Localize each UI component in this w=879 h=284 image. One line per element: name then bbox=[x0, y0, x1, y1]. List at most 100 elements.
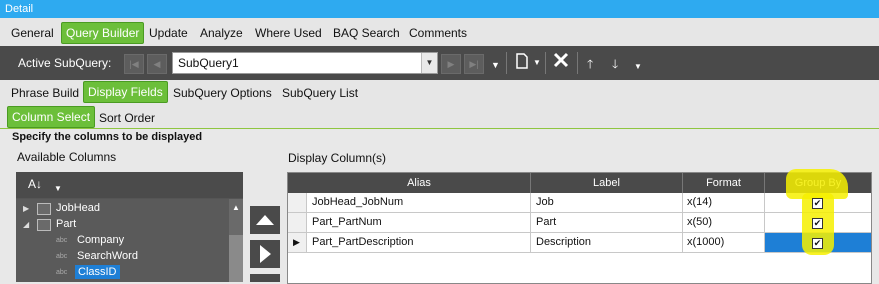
group-by-checkbox[interactable]: ✔ bbox=[812, 218, 823, 229]
tree-node-searchword[interactable]: abc SearchWord bbox=[16, 249, 228, 265]
cell-alias[interactable]: Part_PartDescription bbox=[312, 236, 414, 248]
tree-node-label: ClassID bbox=[75, 265, 120, 279]
column-divider bbox=[682, 233, 683, 252]
active-subquery-label: Active SubQuery: bbox=[18, 56, 112, 70]
tree-node-label: JobHead bbox=[56, 202, 101, 214]
column-divider bbox=[530, 193, 531, 212]
move-column-up-button[interactable] bbox=[250, 206, 280, 234]
main-tab-bar: General Query Builder Update Analyze Whe… bbox=[0, 18, 879, 47]
column-divider bbox=[764, 193, 765, 212]
tab-subquery-options[interactable]: SubQuery Options bbox=[173, 86, 272, 100]
tab-subquery-list[interactable]: SubQuery List bbox=[282, 86, 358, 100]
group-by-checkbox[interactable]: ✔ bbox=[812, 238, 823, 249]
tab-column-select[interactable]: Column Select bbox=[7, 106, 96, 128]
delete-icon[interactable] bbox=[553, 52, 569, 72]
tree-scrollbar[interactable]: ▲ bbox=[229, 199, 243, 282]
field-abc-icon: abc bbox=[56, 237, 68, 244]
field-abc-icon: abc bbox=[56, 253, 68, 260]
column-divider bbox=[682, 193, 683, 212]
tab-analyze[interactable]: Analyze bbox=[200, 26, 243, 40]
tree-node-label: Part bbox=[56, 218, 77, 230]
new-icon[interactable] bbox=[515, 53, 529, 73]
subquery-select[interactable]: SubQuery1 ▼ bbox=[172, 52, 438, 74]
available-columns-toolbar: A↓ ▼ bbox=[16, 172, 243, 198]
available-columns-label: Available Columns bbox=[17, 150, 117, 164]
cell-format[interactable]: x(50) bbox=[687, 216, 712, 228]
subquery-tab-bar: Phrase Build Display Fields SubQuery Opt… bbox=[0, 80, 879, 105]
sort-az-icon[interactable]: A↓ bbox=[28, 177, 42, 191]
move-down-icon[interactable]: 🡓 bbox=[612, 55, 618, 76]
toolbar-separator bbox=[577, 52, 578, 74]
tab-display-fields[interactable]: Display Fields bbox=[83, 81, 168, 103]
chevron-down-icon[interactable]: ▼ bbox=[421, 53, 437, 73]
tab-sort-order[interactable]: Sort Order bbox=[99, 111, 155, 125]
tab-general[interactable]: General bbox=[11, 26, 54, 40]
scroll-thumb[interactable] bbox=[229, 235, 243, 282]
group-by-checkbox[interactable]: ✔ bbox=[812, 198, 823, 209]
tab-comments[interactable]: Comments bbox=[409, 26, 467, 40]
column-divider bbox=[682, 213, 683, 232]
row-selector[interactable] bbox=[288, 193, 307, 212]
tab-where-used[interactable]: Where Used bbox=[255, 26, 322, 40]
cell-label[interactable]: Part bbox=[536, 216, 556, 228]
row-selector[interactable]: ▶ bbox=[288, 233, 307, 252]
current-row-icon: ▶ bbox=[293, 237, 300, 247]
move-up-icon[interactable]: 🡑 bbox=[587, 55, 593, 76]
row-selector[interactable] bbox=[288, 213, 307, 232]
grid-row[interactable]: Part_PartNum Part x(50) bbox=[288, 213, 871, 233]
table-icon bbox=[37, 219, 51, 231]
tree-node-jobhead[interactable]: ▶ JobHead bbox=[16, 201, 228, 217]
toolbar-separator bbox=[545, 52, 546, 74]
column-header-alias[interactable]: Alias bbox=[308, 177, 530, 189]
available-columns-tree[interactable]: ▶ JobHead ◢ Part abc Company abc SearchW… bbox=[16, 199, 243, 282]
tab-phrase-build[interactable]: Phrase Build bbox=[11, 86, 79, 100]
cell-alias[interactable]: JobHead_JobNum bbox=[312, 196, 403, 208]
grid-row-current[interactable]: ▶ Part_PartDescription Description x(100… bbox=[288, 233, 871, 253]
new-dropdown-chevron-icon[interactable]: ▼ bbox=[533, 58, 541, 67]
collapse-icon[interactable]: ◢ bbox=[23, 220, 29, 229]
expand-icon[interactable]: ▶ bbox=[23, 204, 29, 213]
window-title: Detail bbox=[5, 3, 34, 15]
add-column-button[interactable] bbox=[250, 240, 280, 268]
last-icon[interactable]: ▶| bbox=[464, 54, 484, 74]
field-abc-icon: abc bbox=[56, 269, 68, 276]
chevron-down-icon[interactable]: ▼ bbox=[54, 184, 62, 193]
cell-label[interactable]: Description bbox=[536, 236, 591, 248]
cell-alias[interactable]: Part_PartNum bbox=[312, 216, 382, 228]
instruction-text: Specify the columns to be displayed bbox=[12, 131, 203, 143]
display-fields-tab-bar: Column Select Sort Order bbox=[0, 104, 879, 129]
cell-format[interactable]: x(1000) bbox=[687, 236, 724, 248]
column-header-format[interactable]: Format bbox=[683, 177, 764, 189]
grid-header: Alias Label Format Group By bbox=[288, 173, 871, 193]
tree-node-company[interactable]: abc Company bbox=[16, 233, 228, 249]
column-divider bbox=[530, 233, 531, 252]
cell-label[interactable]: Job bbox=[536, 196, 554, 208]
tab-baq-search[interactable]: BAQ Search bbox=[333, 26, 400, 40]
next-icon[interactable]: ▶ bbox=[441, 54, 461, 74]
overflow-chevron-icon[interactable]: ▼ bbox=[491, 60, 500, 70]
tree-node-label: SearchWord bbox=[77, 250, 138, 262]
prev-icon[interactable]: ◀ bbox=[147, 54, 167, 74]
column-divider bbox=[530, 213, 531, 232]
tree-node-part[interactable]: ◢ Part bbox=[16, 217, 228, 233]
display-columns-grid: Alias Label Format Group By JobHead_JobN… bbox=[287, 169, 872, 284]
window-title-bar: Detail bbox=[0, 0, 879, 18]
tab-update[interactable]: Update bbox=[149, 26, 188, 40]
column-header-label[interactable]: Label bbox=[531, 177, 682, 189]
tree-node-label: Company bbox=[77, 234, 125, 246]
column-divider bbox=[764, 213, 765, 232]
tab-query-builder[interactable]: Query Builder bbox=[61, 22, 145, 44]
remove-column-button[interactable] bbox=[250, 274, 280, 282]
tree-node-classid[interactable]: abc ClassID bbox=[16, 265, 228, 281]
table-icon bbox=[37, 203, 51, 215]
toolbar-separator bbox=[506, 52, 507, 74]
available-columns-panel: A↓ ▼ ▶ JobHead ◢ Part abc Company abc Se… bbox=[16, 172, 243, 282]
scroll-up-icon[interactable]: ▲ bbox=[232, 203, 240, 212]
grid-row[interactable]: JobHead_JobNum Job x(14) bbox=[288, 193, 871, 213]
subquery-select-value: SubQuery1 bbox=[178, 56, 239, 70]
subquery-toolbar: Active SubQuery: |◀ ◀ SubQuery1 ▼ ▶ ▶| ▼… bbox=[0, 46, 879, 80]
first-icon[interactable]: |◀ bbox=[124, 54, 144, 74]
cell-format[interactable]: x(14) bbox=[687, 196, 712, 208]
display-columns-label: Display Column(s) bbox=[288, 151, 387, 165]
overflow-chevron-icon[interactable]: ▼ bbox=[634, 62, 642, 71]
